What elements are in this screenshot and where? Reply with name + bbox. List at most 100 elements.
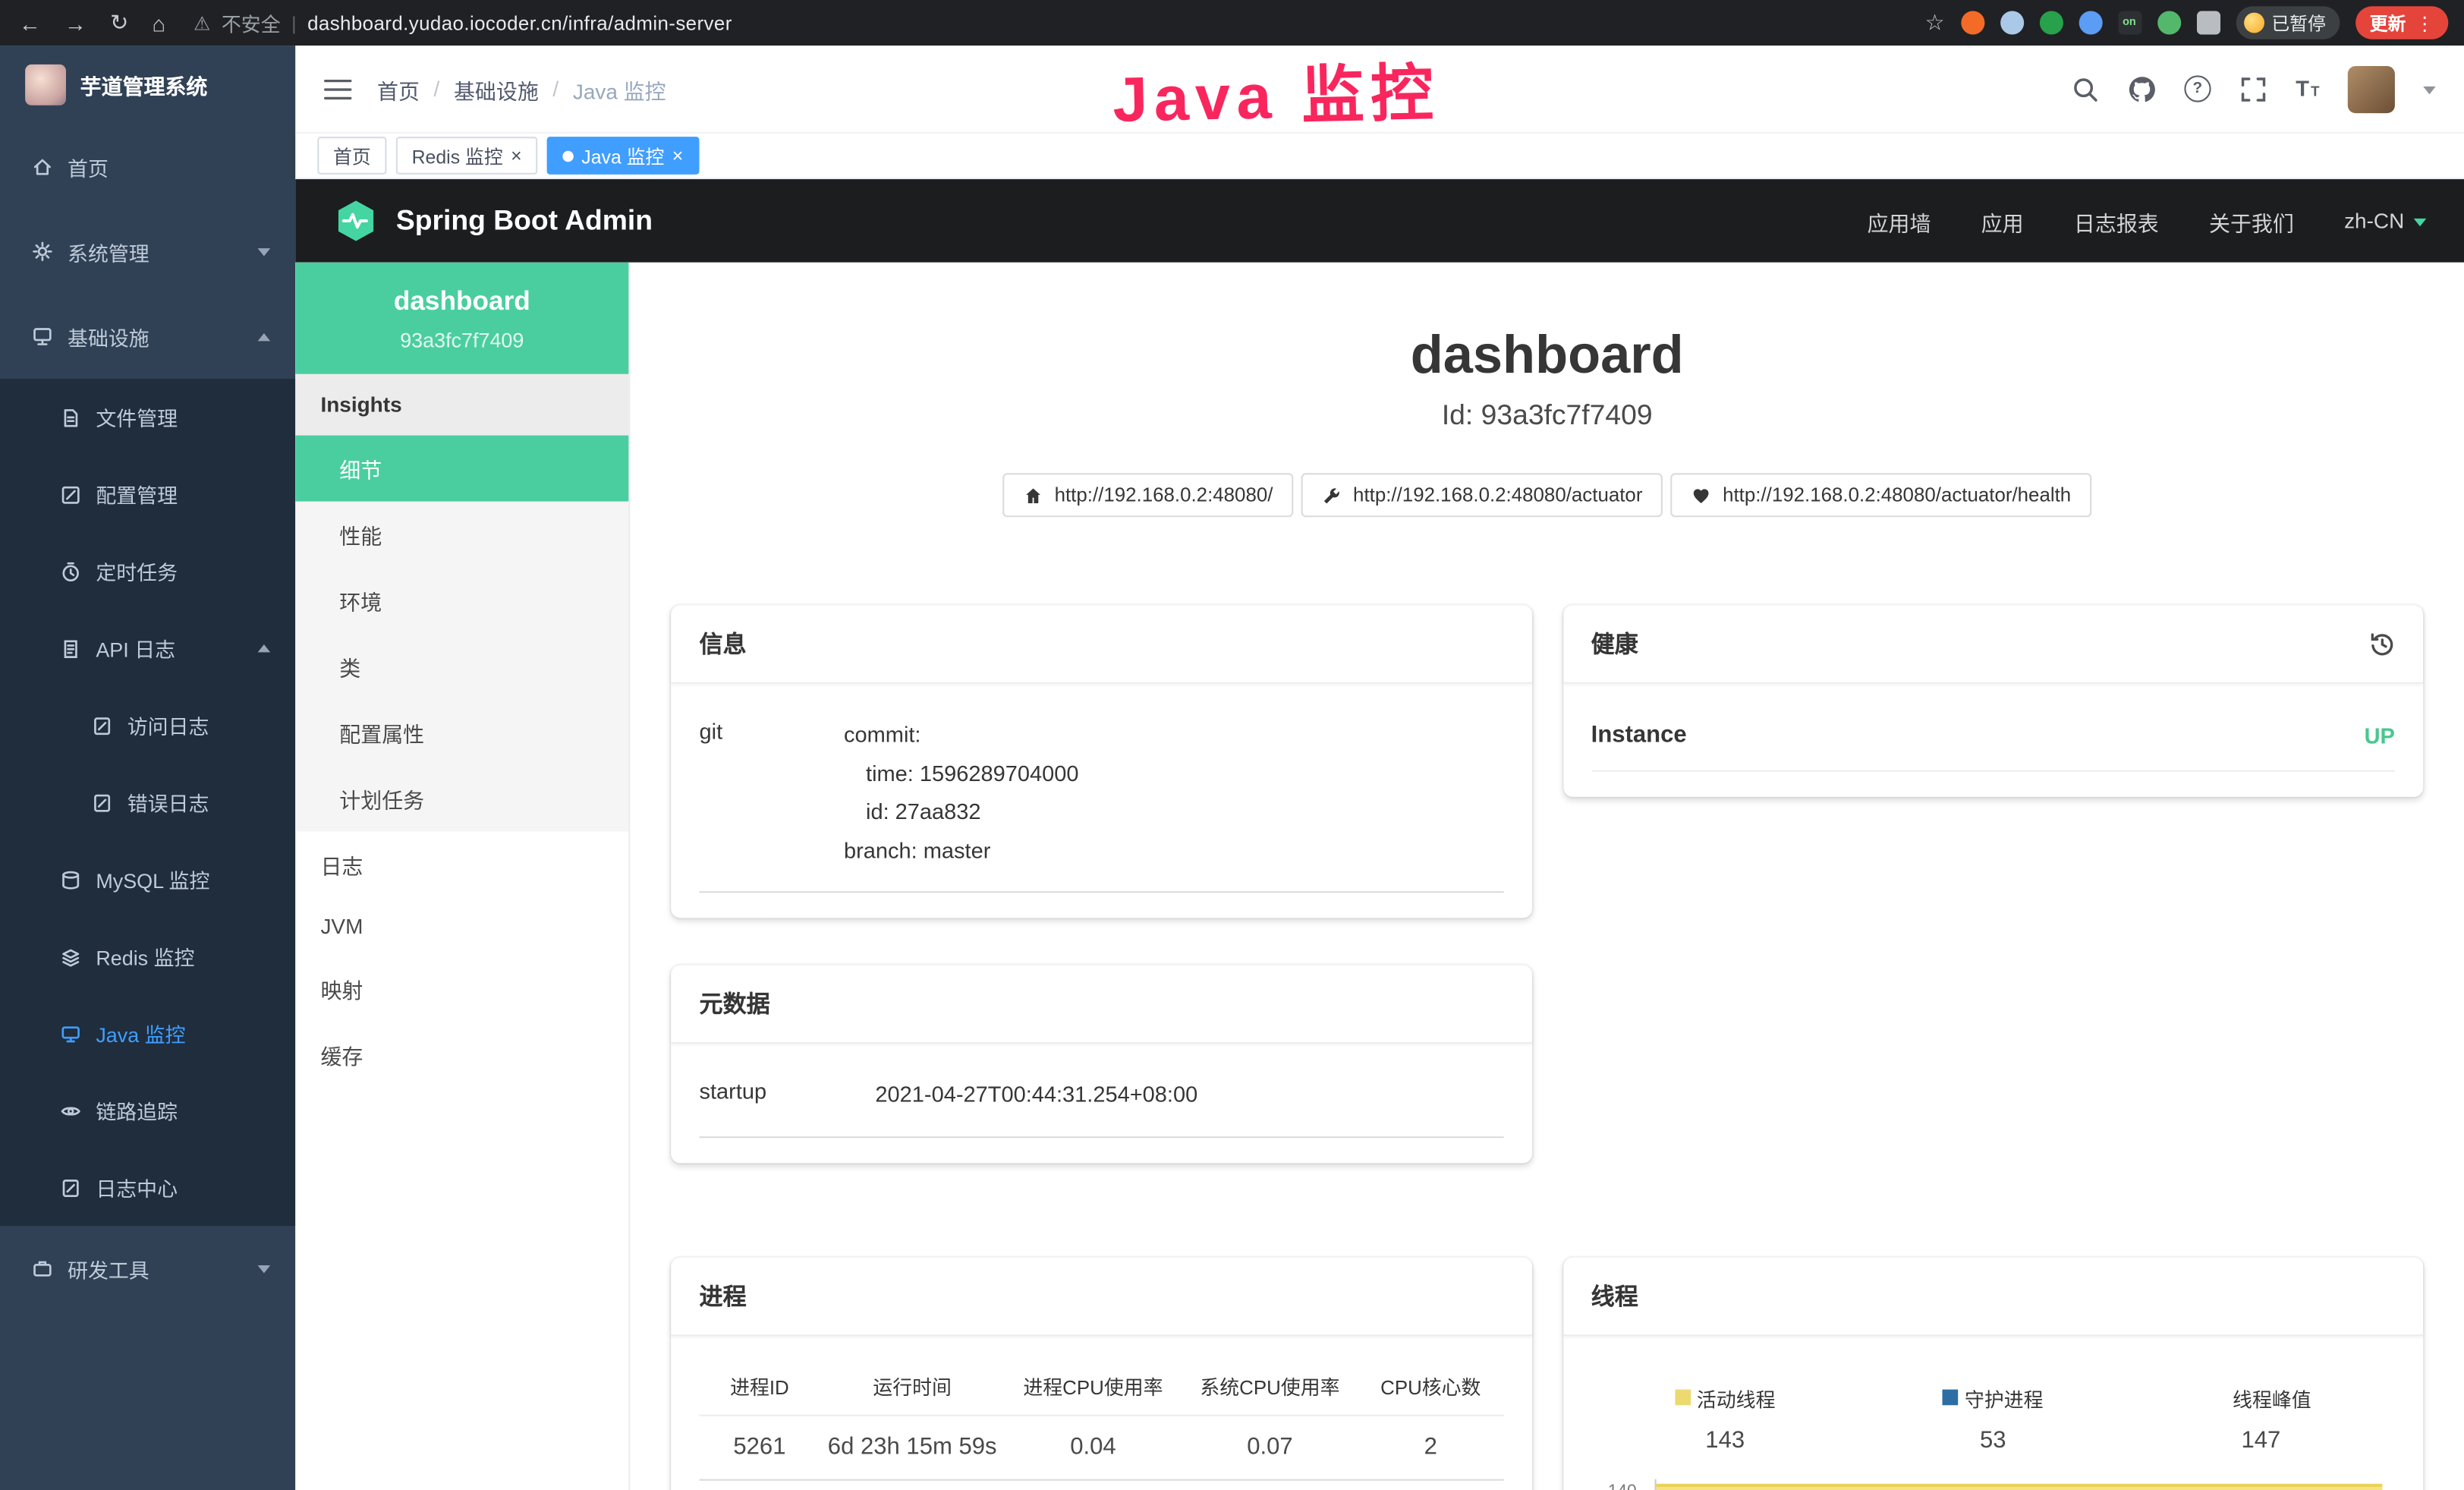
health-url-button[interactable]: http://192.168.0.2:48080/actuator/health <box>1671 473 2091 517</box>
chevron-up-icon <box>258 644 271 652</box>
health-card-body: Instance UP <box>1562 684 2423 797</box>
sidebar-item-redis[interactable]: Redis 监控 <box>0 918 295 994</box>
extension-icon-5[interactable] <box>2157 11 2180 34</box>
screen: ← → ↻ ⌂ ⚠ 不安全 | dashboard.yudao.iocoder.… <box>0 0 2464 1490</box>
sba-menu-metrics[interactable]: 性能 <box>295 502 628 568</box>
breadcrumb-home[interactable]: 首页 <box>377 73 420 104</box>
card-title: 线程 <box>1591 1279 1638 1312</box>
sba-menu-mappings[interactable]: 映射 <box>295 956 628 1022</box>
git-id-line: id: 27aa832 <box>844 792 1078 831</box>
sba-menu-logs[interactable]: 日志 <box>295 831 628 897</box>
sidebar-item-label: 配置管理 <box>96 480 178 509</box>
forward-icon[interactable]: → <box>65 10 87 35</box>
sidebar-item-label: 首页 <box>68 152 109 181</box>
chart-plot-area <box>1654 1479 2395 1490</box>
font-size-icon[interactable]: TT <box>2296 79 2319 99</box>
locale-selector[interactable]: zh-CN <box>2344 209 2426 232</box>
sidebar-item-home[interactable]: 首页 <box>0 124 295 209</box>
metadata-key: startup <box>700 1075 876 1114</box>
sidebar-item-error-log[interactable]: 错误日志 <box>0 764 295 840</box>
tab-home[interactable]: 首页 <box>317 137 386 175</box>
col-header: 进程ID <box>700 1370 820 1400</box>
sidebar-item-label: 基础设施 <box>68 321 149 351</box>
close-icon[interactable]: × <box>511 146 522 165</box>
address-bar[interactable]: ⚠ 不安全 | dashboard.yudao.iocoder.cn/infra… <box>194 8 732 37</box>
sba-menu-scheduled-tasks[interactable]: 计划任务 <box>295 765 628 831</box>
sidebar-item-mysql[interactable]: MySQL 监控 <box>0 841 295 918</box>
sidebar-item-access-log[interactable]: 访问日志 <box>0 687 295 764</box>
update-button[interactable]: 更新 ⋮ <box>2355 6 2448 39</box>
git-commit-line: commit: <box>844 715 1078 754</box>
sidebar-item-jobs[interactable]: 定时任务 <box>0 533 295 610</box>
tab-redis-monitor[interactable]: Redis 监控 × <box>396 137 537 175</box>
extension-icon-4[interactable] <box>2079 11 2102 34</box>
process-id-value: 5261 <box>700 1433 820 1460</box>
sba-nav-journal[interactable]: 日志报表 <box>2074 205 2159 236</box>
screen-icon <box>60 1022 82 1044</box>
instance-url-button[interactable]: http://192.168.0.2:48080/ <box>1002 473 1293 517</box>
sba-menu-environment[interactable]: 环境 <box>295 568 628 634</box>
app-header: 首页 / 基础设施 / Java 监控 Java 监控 ? TT <box>295 46 2464 134</box>
hamburger-icon[interactable] <box>324 74 352 102</box>
browser-menu-icon[interactable]: ⋮ <box>2415 12 2434 34</box>
sba-menu-caches[interactable]: 缓存 <box>295 1022 628 1088</box>
extension-icon-1[interactable] <box>1960 11 1984 34</box>
search-icon[interactable] <box>2071 74 2099 102</box>
profile-paused-chip[interactable]: 已暂停 <box>2236 6 2340 39</box>
sidebar-item-label: 访问日志 <box>127 710 209 740</box>
user-avatar[interactable] <box>2348 65 2395 112</box>
extension-icon-on[interactable]: on <box>2117 11 2141 34</box>
reload-icon[interactable]: ↻ <box>110 9 128 36</box>
info-row-git: git commit: time: 1596289704000 id: 27aa… <box>700 712 1503 893</box>
help-icon[interactable]: ? <box>2184 75 2211 102</box>
process-table-header: 进程ID 运行时间 进程CPU使用率 系统CPU使用率 CPU核心数 <box>700 1363 1503 1415</box>
sba-menu-jvm[interactable]: JVM <box>295 897 628 956</box>
bookmark-star-icon[interactable]: ☆ <box>1925 9 1945 36</box>
instance-header[interactable]: dashboard 93a3fc7f7409 <box>295 263 628 374</box>
sba-menu-details[interactable]: 细节 <box>295 436 628 502</box>
process-card: 进程 进程ID 运行时间 进程CPU使用率 系统CPU使用率 CPU核心数 <box>671 1257 1531 1490</box>
chevron-down-icon <box>2414 218 2427 232</box>
github-icon[interactable] <box>2128 74 2156 102</box>
page-subtitle: Id: 93a3fc7f7409 <box>630 399 2464 432</box>
home-icon[interactable]: ⌂ <box>152 10 165 35</box>
history-icon[interactable] <box>2370 631 2395 656</box>
sidebar-item-api-log[interactable]: API 日志 <box>0 610 295 686</box>
fullscreen-icon[interactable] <box>2239 74 2267 102</box>
sidebar-item-infra[interactable]: 基础设施 <box>0 294 295 379</box>
sidebar-item-system[interactable]: 系统管理 <box>0 209 295 294</box>
sba-nav-about[interactable]: 关于我们 <box>2209 205 2294 236</box>
sidebar-item-files[interactable]: 文件管理 <box>0 379 295 455</box>
sidebar-item-log-center[interactable]: 日志中心 <box>0 1149 295 1226</box>
page-title: dashboard <box>630 326 2464 386</box>
file-icon <box>60 406 82 428</box>
sidebar-item-java[interactable]: Java 监控 <box>0 995 295 1072</box>
sba-menu-classes[interactable]: 类 <box>295 634 628 700</box>
url-text[interactable]: dashboard.yudao.iocoder.cn/infra/admin-s… <box>307 12 732 34</box>
paused-label: 已暂停 <box>2271 10 2325 35</box>
legend-swatch <box>1675 1390 1691 1406</box>
extensions-puzzle-icon[interactable] <box>2196 11 2220 34</box>
sidebar-item-dev-tools[interactable]: 研发工具 <box>0 1226 295 1311</box>
back-icon[interactable]: ← <box>19 10 41 35</box>
cards-row-3: 进程 进程ID 运行时间 进程CPU使用率 系统CPU使用率 CPU核心数 <box>671 1257 2423 1490</box>
extension-icon-2[interactable] <box>2000 11 2023 34</box>
chart-y-axis: 140 120 100 <box>1591 1479 1654 1490</box>
chevron-down-icon[interactable] <box>2423 86 2436 100</box>
close-icon[interactable]: × <box>672 146 684 165</box>
doc-icon <box>60 1177 82 1199</box>
actuator-url-button[interactable]: http://192.168.0.2:48080/actuator <box>1301 473 1663 517</box>
sidebar-item-trace[interactable]: 链路追踪 <box>0 1072 295 1148</box>
sba-brand[interactable]: Spring Boot Admin <box>396 204 653 237</box>
breadcrumb-infra[interactable]: 基础设施 <box>454 73 539 104</box>
security-label[interactable]: 不安全 <box>222 8 281 37</box>
sidebar-item-label: 错误日志 <box>127 787 209 817</box>
sba-nav-applications[interactable]: 应用 <box>1981 205 2024 236</box>
tab-java-monitor[interactable]: Java 监控 × <box>547 137 699 175</box>
sba-nav-wallboard[interactable]: 应用墙 <box>1868 205 1931 236</box>
extension-icon-3[interactable] <box>2039 11 2063 34</box>
wrench-icon <box>1322 485 1342 506</box>
sba-menu-config-props[interactable]: 配置属性 <box>295 700 628 766</box>
sidebar-item-config[interactable]: 配置管理 <box>0 456 295 533</box>
sba-section-insights[interactable]: Insights <box>295 374 628 436</box>
